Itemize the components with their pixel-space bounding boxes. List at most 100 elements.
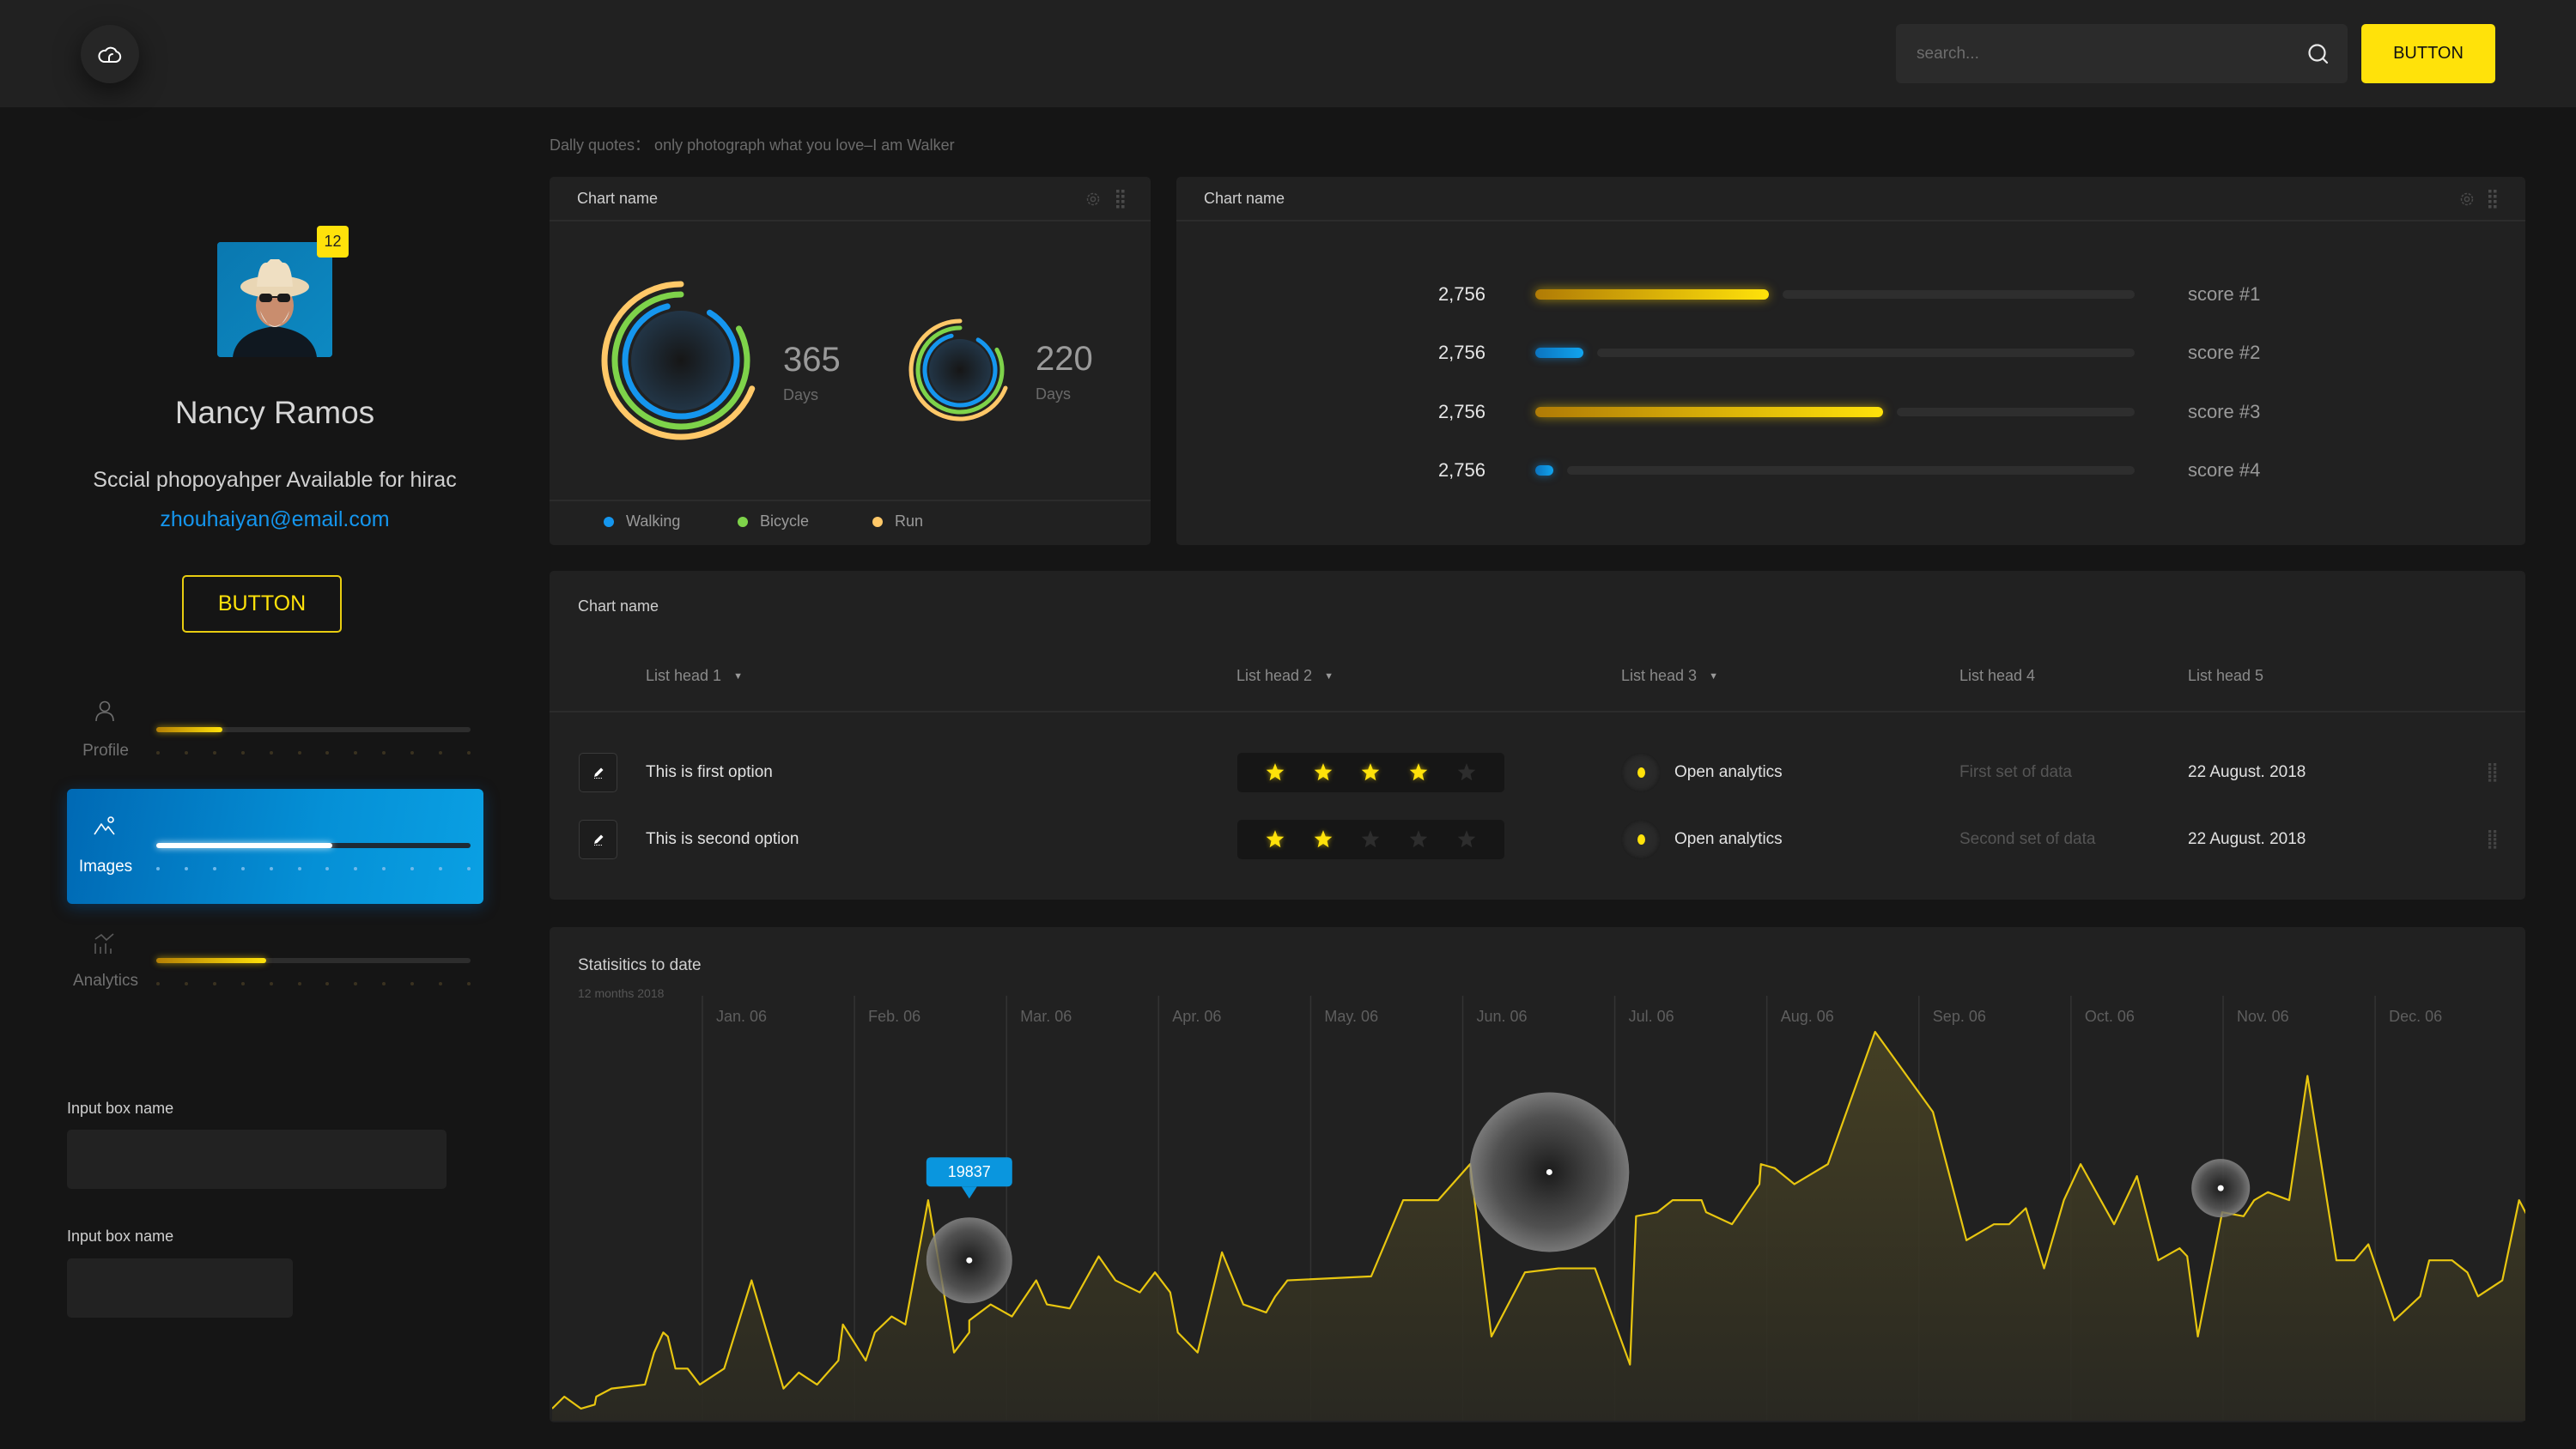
tick-dot [410, 982, 415, 985]
tick-dot [466, 751, 471, 755]
star-filled-icon[interactable] [1359, 761, 1382, 784]
sort-caret-icon[interactable]: ▼ [1324, 671, 1334, 682]
star-empty-icon[interactable] [1455, 761, 1478, 784]
tick-dot [297, 982, 301, 985]
open-analytics-link[interactable]: Open analytics [1674, 830, 1783, 849]
drag-handle-icon[interactable] [2488, 189, 2498, 209]
score-label: score #4 [2188, 459, 2261, 481]
profile-button[interactable]: BUTTON [182, 575, 342, 633]
score-bar-fill [1535, 407, 1883, 417]
tick-dot [466, 982, 471, 985]
tick-dot [354, 751, 358, 755]
star-filled-icon[interactable] [1264, 828, 1286, 851]
tick-dot [325, 982, 330, 985]
avatar-photo [217, 242, 332, 357]
ring-unit: Days [1036, 385, 1072, 403]
header-button[interactable]: BUTTON [2361, 24, 2495, 83]
tick-dot [297, 867, 301, 870]
star-empty-icon[interactable] [1407, 828, 1430, 851]
tick-dot [269, 867, 273, 870]
panel-title: Chart name [1204, 190, 1285, 207]
date-text: 22 August. 2018 [2188, 830, 2306, 848]
legend-bicycle[interactable]: Bicycle [738, 512, 809, 530]
search-icon[interactable] [2306, 42, 2330, 66]
star-rating[interactable] [1237, 820, 1504, 859]
star-filled-icon[interactable] [1264, 761, 1286, 784]
tick-dot [466, 867, 471, 870]
tick-dot [439, 751, 443, 755]
score-label: score #1 [2188, 283, 2261, 305]
edit-button[interactable] [579, 753, 617, 792]
star-empty-icon[interactable] [1359, 828, 1382, 851]
bar-chart-icon [94, 933, 114, 954]
tick-dot [325, 867, 330, 870]
option-text: This is second option [646, 830, 799, 848]
progress-track [156, 843, 471, 848]
sort-caret-icon[interactable]: ▼ [733, 671, 743, 682]
chart-subtitle: 12 months 2018 [578, 986, 665, 1000]
data-bubble[interactable] [2191, 1159, 2251, 1218]
user-email-link[interactable]: zhouhaiyan@email.com [52, 507, 498, 532]
star-rating[interactable] [1237, 753, 1504, 792]
table-header-3[interactable]: List head 3 ▼ [1621, 667, 1718, 685]
search-input[interactable] [1917, 24, 2294, 83]
tick-dot [269, 751, 273, 755]
pencil-icon [593, 767, 603, 779]
tick-dot [439, 867, 443, 870]
sidebar-item-analytics[interactable]: Analytics [67, 904, 483, 1019]
notification-badge: 12 [317, 226, 349, 258]
legend-dot [738, 516, 748, 527]
score-value: 2,756 [1437, 401, 1485, 422]
drag-handle-icon[interactable] [2488, 829, 2498, 850]
score-bar-track [1783, 290, 2135, 299]
daily-quote: Dally quotes： only photograph what you l… [550, 136, 955, 154]
table-header-1[interactable]: List head 1 ▼ [646, 667, 743, 685]
ring-unit: Days [783, 386, 819, 403]
progress-track [156, 958, 471, 963]
table-header-2[interactable]: List head 2 ▼ [1236, 667, 1334, 685]
avatar[interactable] [217, 242, 332, 357]
legend-walking[interactable]: Walking [604, 512, 680, 530]
score-bar-fill [1535, 348, 1583, 358]
tick-dot [156, 982, 160, 985]
user-icon [95, 700, 114, 722]
text-input-1[interactable] [67, 1130, 447, 1189]
sidebar-item-profile[interactable]: Profile [67, 674, 483, 789]
star-filled-icon[interactable] [1312, 828, 1334, 851]
ring-value: 220 [1036, 340, 1093, 378]
table-header-4: List head 4 [1959, 667, 2035, 685]
sort-caret-icon[interactable]: ▼ [1709, 671, 1718, 682]
gear-icon[interactable] [2458, 191, 2476, 208]
tick-dot [439, 982, 443, 985]
tick-dot [410, 751, 415, 755]
tick-dot [212, 867, 216, 870]
tick-dot [240, 982, 245, 985]
star-empty-icon[interactable] [1455, 828, 1478, 851]
table-header-divider [550, 711, 2525, 712]
status-radio[interactable] [1621, 820, 1661, 859]
bubble-center-dot [2217, 1185, 2224, 1191]
legend-run[interactable]: Run [872, 512, 923, 530]
search-box [1896, 24, 2348, 83]
option-text: This is first option [646, 763, 773, 781]
edit-button[interactable] [579, 820, 617, 859]
tick-dot [354, 982, 358, 985]
star-filled-icon[interactable] [1312, 761, 1334, 784]
status-radio[interactable] [1621, 753, 1661, 792]
sidebar-item-images[interactable]: Images [67, 789, 483, 904]
star-filled-icon[interactable] [1407, 761, 1430, 784]
score-label: score #2 [2188, 342, 2261, 363]
user-bio: Sccial phopoyahper Available for hirac [93, 468, 457, 492]
open-analytics-link[interactable]: Open analytics [1674, 763, 1783, 782]
data-bubble[interactable] [926, 1217, 1012, 1304]
panel-divider [1176, 220, 2525, 221]
data-bubble[interactable] [1469, 1092, 1630, 1252]
mountain-image-icon [94, 816, 115, 835]
panel-title: Chart name [578, 597, 659, 615]
drag-handle-icon[interactable] [2488, 762, 2498, 783]
cloud-button[interactable] [81, 25, 139, 83]
input-label: Input box name [67, 1100, 174, 1117]
score-bar-fill [1535, 289, 1770, 300]
text-input-2[interactable] [67, 1258, 293, 1318]
tick-dot [325, 751, 330, 755]
